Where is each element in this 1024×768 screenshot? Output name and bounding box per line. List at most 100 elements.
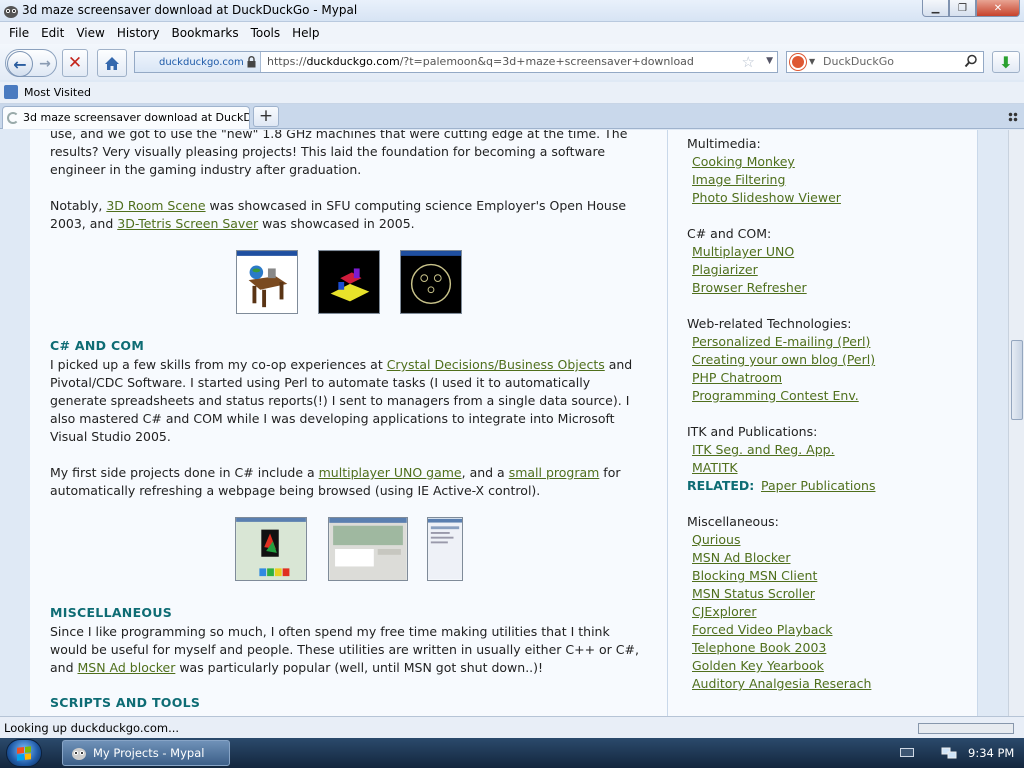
sidebar-link[interactable]: Multiplayer UNO: [692, 244, 794, 259]
sidebar-related-label: RELATED:: [687, 478, 755, 493]
address-bar[interactable]: duckduckgo.com https://duckduckgo.com/?t…: [134, 51, 778, 73]
text-span: was particularly popular (well, until MS…: [175, 660, 544, 675]
room-scene-thumbnail[interactable]: [236, 250, 298, 314]
link-3d-room-scene[interactable]: 3D Room Scene: [106, 198, 205, 213]
smiley-screensaver-thumbnail[interactable]: [400, 250, 462, 314]
sidebar-link[interactable]: Photo Slideshow Viewer: [692, 190, 841, 205]
menu-history[interactable]: History: [111, 26, 166, 40]
sidebar-link-paper-publications[interactable]: Paper Publications: [761, 478, 875, 493]
sidebar-link[interactable]: Programming Contest Env.: [692, 388, 859, 403]
search-icon[interactable]: [964, 54, 978, 68]
link-msn-ad-blocker[interactable]: MSN Ad blocker: [78, 660, 176, 675]
url-path: /?t=palemoon&q=3d+maze+screensaver+downl…: [399, 55, 694, 68]
paragraph-line: Pivotal/CDC Software. I started using Pe…: [50, 375, 591, 390]
back-button[interactable]: ←: [7, 51, 33, 77]
link-multiplayer-uno-game[interactable]: multiplayer UNO game: [319, 465, 462, 480]
start-button[interactable]: [6, 739, 42, 767]
text-span: Notably,: [50, 198, 107, 213]
minimize-button[interactable]: ▁: [922, 0, 949, 17]
menu-view[interactable]: View: [70, 26, 110, 40]
sidebar-link[interactable]: Forced Video Playback: [692, 622, 833, 637]
clock[interactable]: 9:34 PM: [968, 746, 1014, 760]
new-tab-button[interactable]: +: [253, 106, 279, 127]
section-heading-scripts: SCRIPTS AND TOOLS: [50, 695, 201, 710]
sidebar-link[interactable]: Telephone Book 2003: [692, 640, 826, 655]
paragraph-line: 2003, and 3D-Tetris Screen Saver was sho…: [50, 215, 415, 233]
url-text[interactable]: https://duckduckgo.com/?t=palemoon&q=3d+…: [267, 55, 694, 68]
back-arrow-icon: ←: [13, 54, 27, 74]
tetris-thumbnail[interactable]: [318, 250, 380, 314]
bookmarks-toolbar: Most Visited: [0, 82, 1024, 104]
network-tray-icon[interactable]: [941, 746, 957, 760]
lock-icon: [247, 56, 256, 68]
text-span: was showcased in 2005.: [258, 216, 415, 231]
sidebar-link[interactable]: MSN Status Scroller: [692, 586, 815, 601]
menu-tools[interactable]: Tools: [245, 26, 287, 40]
sidebar-link[interactable]: Personalized E-mailing (Perl): [692, 334, 870, 349]
keyboard-tray-icon[interactable]: [900, 748, 914, 757]
menu-file[interactable]: File: [3, 26, 35, 40]
home-button[interactable]: [97, 49, 127, 77]
search-input[interactable]: DuckDuckGo: [823, 55, 894, 68]
browser-refresher-thumbnail[interactable]: [427, 517, 463, 581]
window-controls: ▁ ❐ ✕: [922, 0, 1020, 18]
stop-button[interactable]: ✕: [62, 49, 88, 77]
sidebar-link[interactable]: CJExplorer: [692, 604, 756, 619]
menu-help[interactable]: Help: [286, 26, 325, 40]
url-dropdown-icon[interactable]: ▼: [766, 56, 773, 66]
text-span: I picked up a few skills from my co-op e…: [50, 357, 387, 372]
bookmark-most-visited[interactable]: Most Visited: [4, 85, 91, 99]
text-span: was showcased in SFU computing science E…: [205, 198, 627, 213]
sidebar-link[interactable]: Browser Refresher: [692, 280, 807, 295]
status-text: Looking up duckduckgo.com...: [4, 721, 180, 735]
stop-x-icon: ✕: [67, 53, 83, 73]
url-prefix: https://: [267, 55, 307, 68]
sidebar-link[interactable]: Golden Key Yearbook: [692, 658, 824, 673]
sidebar-link[interactable]: Cooking Monkey: [692, 154, 795, 169]
site-identity-button[interactable]: duckduckgo.com: [135, 52, 261, 72]
sidebar-label-multimedia: Multimedia:: [687, 136, 761, 151]
tab-active[interactable]: 3d maze screensaver download at DuckD...: [2, 106, 250, 129]
paragraph-line: and MSN Ad blocker was particularly popu…: [50, 659, 543, 677]
bookmark-star-icon[interactable]: ☆: [742, 53, 755, 71]
scrollbar-thumb[interactable]: [1011, 340, 1023, 420]
uno-game-thumbnail[interactable]: [235, 517, 307, 581]
sidebar-link[interactable]: PHP Chatroom: [692, 370, 782, 385]
sidebar-label-csharp: C# and COM:: [687, 226, 772, 241]
text-span: and: [604, 357, 633, 372]
sidebar-link[interactable]: Plagiarizer: [692, 262, 758, 277]
sidebar-link[interactable]: ITK Seg. and Reg. App.: [692, 442, 835, 457]
sidebar-link[interactable]: MATITK: [692, 460, 738, 475]
sidebar-link[interactable]: Image Filtering: [692, 172, 785, 187]
status-progress-bar: [918, 723, 1014, 734]
close-window-button[interactable]: ✕: [976, 0, 1020, 17]
tab-label: 3d maze screensaver download at DuckD...: [23, 111, 250, 124]
text-span: 2003, and: [50, 216, 118, 231]
paragraph-line: Since I like programming so much, I ofte…: [50, 624, 610, 639]
taskbar-item-label: My Projects - Mypal: [93, 746, 205, 760]
vertical-scrollbar[interactable]: [1008, 130, 1024, 716]
taskbar-item-mypal[interactable]: My Projects - Mypal: [62, 740, 230, 766]
sidebar-link[interactable]: Auditory Analgesia Reserach: [692, 676, 871, 691]
link-small-program[interactable]: small program: [509, 465, 600, 480]
menu-bookmarks[interactable]: Bookmarks: [166, 26, 245, 40]
tab-strip: 3d maze screensaver download at DuckD...…: [0, 104, 1024, 129]
forward-button[interactable]: →: [36, 55, 54, 73]
downloads-button[interactable]: ⬇: [992, 51, 1020, 73]
link-3d-tetris[interactable]: 3D-Tetris Screen Saver: [117, 216, 258, 231]
maximize-button[interactable]: ❐: [949, 0, 976, 17]
most-visited-icon: [4, 85, 18, 99]
engine-dropdown-icon[interactable]: ▼: [809, 57, 815, 66]
menu-edit[interactable]: Edit: [35, 26, 70, 40]
duckduckgo-engine-icon[interactable]: [790, 54, 806, 70]
sidebar-link[interactable]: Creating your own blog (Perl): [692, 352, 875, 367]
tab-groups-icon[interactable]: [1008, 112, 1018, 122]
page-content: use, and we got to use the "new" 1.8 GHz…: [0, 130, 1008, 716]
link-crystal-decisions[interactable]: Crystal Decisions/Business Objects: [387, 357, 605, 372]
sidebar-link[interactable]: Blocking MSN Client: [692, 568, 817, 583]
search-bar[interactable]: ▼ DuckDuckGo: [786, 51, 984, 73]
sidebar-link[interactable]: Qurious: [692, 532, 740, 547]
plagiarizer-thumbnail[interactable]: [328, 517, 408, 581]
paragraph-line: generate spreadsheets and status reports…: [50, 393, 630, 408]
sidebar-link[interactable]: MSN Ad Blocker: [692, 550, 790, 565]
